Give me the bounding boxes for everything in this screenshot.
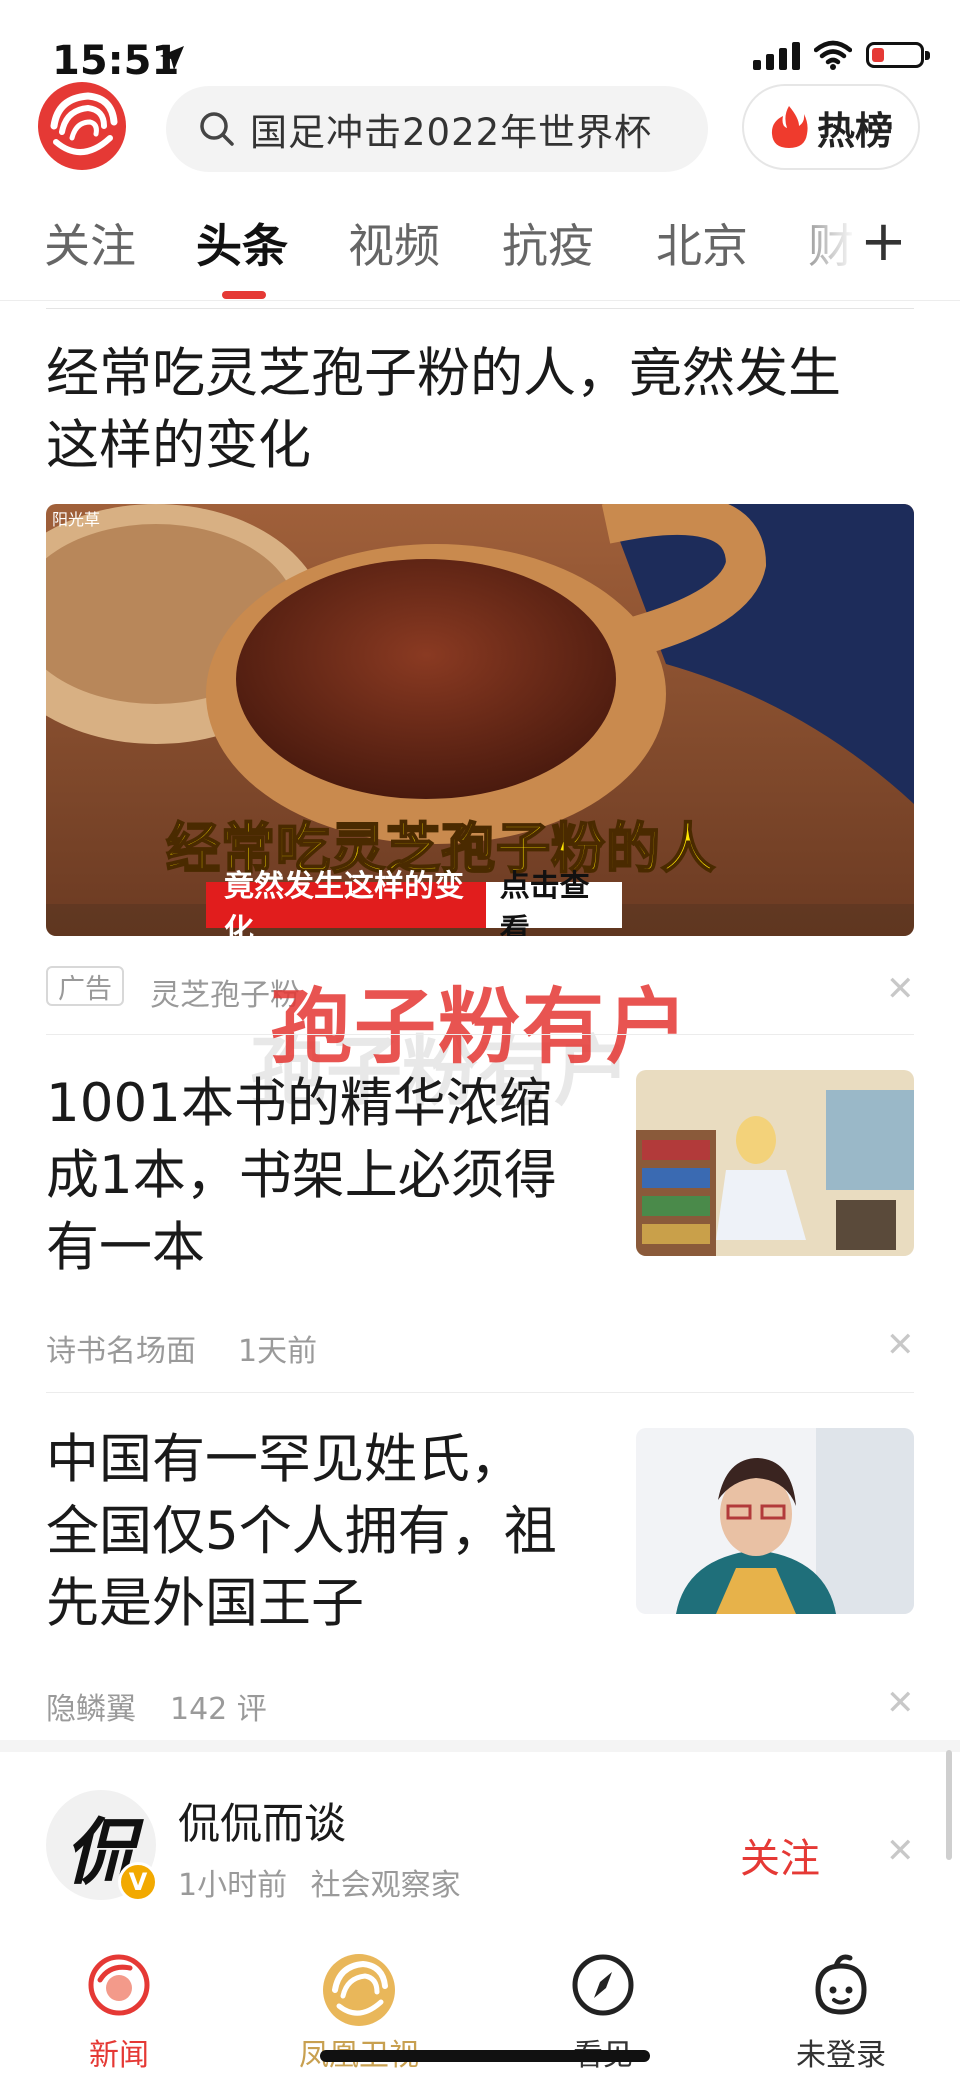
scroll-indicator bbox=[946, 1750, 952, 1860]
ad-headline-line1: 经常吃灵芝孢子粉的人，竟然发生 bbox=[46, 343, 841, 404]
ad-image-cta: 点击查看 bbox=[499, 869, 590, 936]
tab-video[interactable]: 视频 bbox=[348, 210, 440, 276]
nav-profile[interactable]: 未登录 bbox=[746, 1950, 936, 2074]
ad-headline[interactable]: 经常吃灵芝孢子粉的人，竟然发生 这样的变化 bbox=[46, 338, 916, 482]
dismiss-ad-icon[interactable]: ✕ bbox=[886, 972, 915, 1006]
search-input[interactable]: 国足冲击2022年世界杯 bbox=[166, 86, 708, 172]
tab-headlines[interactable]: 头条 bbox=[196, 210, 288, 276]
phoenix-logo-icon[interactable] bbox=[36, 80, 128, 172]
ad-image[interactable]: 阳光草 经常吃灵芝孢子粉的人 竟然发生这样的变化 点击查看 bbox=[46, 504, 914, 936]
search-icon bbox=[200, 112, 234, 146]
article-headline-line: 全国仅5个人拥有，祖 bbox=[46, 1501, 557, 1562]
flame-icon bbox=[771, 106, 808, 148]
tab-anti-epidemic[interactable]: 抗疫 bbox=[502, 210, 594, 276]
nav-news[interactable]: 新闻 bbox=[24, 1950, 214, 2074]
home-indicator bbox=[320, 2050, 650, 2062]
active-tab-indicator bbox=[222, 291, 266, 299]
article-headline[interactable]: 中国有一罕见姓氏， 全国仅5个人拥有，祖 先是外国王子 bbox=[46, 1424, 606, 1640]
dismiss-article-icon[interactable]: ✕ bbox=[886, 1686, 915, 1720]
tabs-divider bbox=[0, 300, 960, 301]
wifi-icon bbox=[814, 40, 852, 70]
overlay-text: 孢子粉有户 bbox=[270, 980, 691, 1075]
article-thumbnail[interactable] bbox=[636, 1428, 914, 1614]
cellular-signal-icon bbox=[753, 40, 800, 70]
portrait-illustration bbox=[636, 1428, 914, 1614]
feed-divider bbox=[46, 1034, 914, 1035]
image-watermark: 阳光草 bbox=[52, 510, 101, 529]
article-headline-line: 有一本 bbox=[46, 1217, 205, 1278]
news-icon bbox=[88, 1954, 150, 2016]
tabs-fade bbox=[780, 200, 870, 290]
add-channel-button[interactable]: + bbox=[860, 214, 907, 270]
dismiss-article-icon[interactable]: ✕ bbox=[886, 1328, 915, 1362]
hot-list-label: 热榜 bbox=[816, 108, 893, 153]
author-meta: 1小时前 社会观察家 bbox=[178, 1860, 461, 1904]
section-gap bbox=[0, 1740, 960, 1752]
ad-image-subcaption: 竟然发生这样的变化 bbox=[206, 869, 486, 936]
article-comments: 142 评 bbox=[170, 1692, 267, 1727]
library-illustration bbox=[636, 1070, 914, 1256]
follow-button[interactable]: 关注 bbox=[740, 1826, 820, 1884]
phoenix-tv-icon bbox=[323, 1954, 395, 2026]
ad-headline-line2: 这样的变化 bbox=[46, 415, 311, 476]
article-headline-line: 中国有一罕见姓氏， bbox=[46, 1429, 523, 1490]
author-name[interactable]: 侃侃而谈 bbox=[178, 1790, 346, 1851]
location-arrow-icon bbox=[160, 46, 184, 70]
user-icon bbox=[815, 1954, 867, 2015]
search-placeholder: 国足冲击2022年世界杯 bbox=[250, 111, 653, 154]
author-tag: 社会观察家 bbox=[310, 1868, 461, 1903]
battery-icon bbox=[866, 42, 930, 68]
article-headline-line: 成1本，书架上必须得 bbox=[46, 1145, 557, 1206]
nav-news-label: 新闻 bbox=[89, 2038, 149, 2073]
verified-badge-icon: V bbox=[118, 1862, 158, 1902]
article-thumbnail[interactable] bbox=[636, 1070, 914, 1256]
dismiss-card-icon[interactable]: ✕ bbox=[886, 1834, 915, 1868]
article-headline-line: 1001本书的精华浓缩 bbox=[46, 1073, 552, 1134]
feed-divider bbox=[46, 1392, 914, 1393]
feed-divider bbox=[46, 308, 914, 309]
tab-follow[interactable]: 关注 bbox=[44, 210, 136, 276]
article-headline-line: 先是外国王子 bbox=[46, 1573, 364, 1634]
author-time: 1小时前 bbox=[178, 1868, 288, 1903]
article-source: 隐鳞翼 bbox=[46, 1692, 136, 1727]
ad-image-banner: 竟然发生这样的变化 点击查看 bbox=[206, 869, 622, 936]
tab-beijing[interactable]: 北京 bbox=[656, 210, 748, 276]
compass-icon bbox=[572, 1954, 634, 2016]
ad-badge: 广告 bbox=[46, 966, 124, 1006]
article-headline[interactable]: 1001本书的精华浓缩 成1本，书架上必须得 有一本 bbox=[46, 1068, 606, 1284]
status-indicators bbox=[753, 40, 930, 70]
nav-profile-label: 未登录 bbox=[796, 2038, 886, 2073]
article-time: 1天前 bbox=[238, 1334, 318, 1369]
article-source: 诗书名场面 bbox=[46, 1334, 196, 1369]
hot-list-button[interactable]: 热榜 bbox=[742, 84, 920, 170]
